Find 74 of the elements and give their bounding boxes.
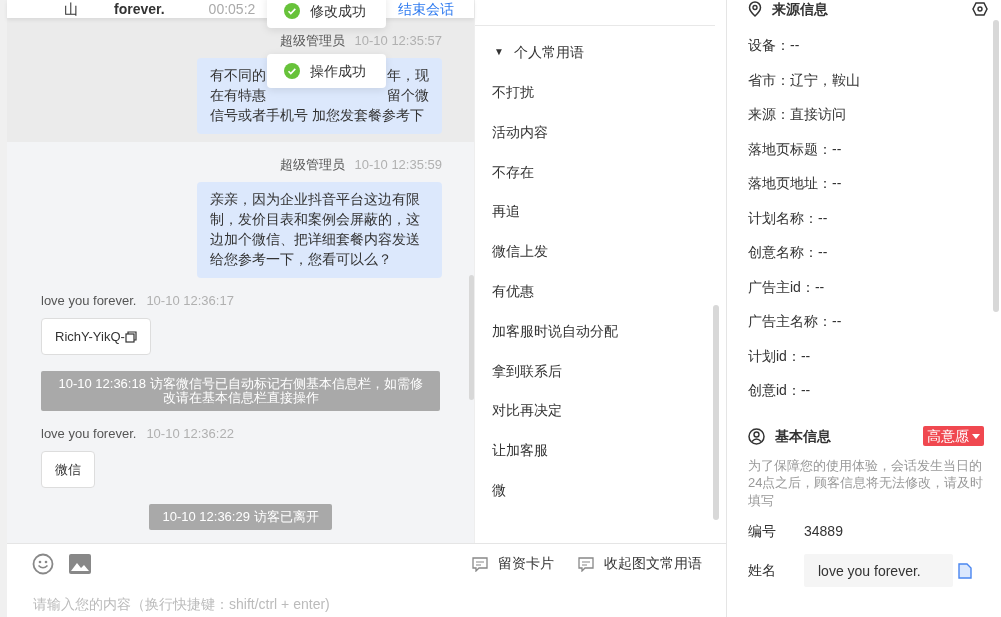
sender-name: 超级管理员 [279,32,345,50]
settings-icon[interactable] [972,2,988,16]
intent-dropdown[interactable]: 高意愿 [923,426,984,446]
message-text: 留个微 [387,87,429,105]
info-field: 落地页地址：-- [748,174,988,209]
sender-name: 超级管理员 [279,156,345,174]
toast: 修改成功 [267,0,386,28]
info-note: 为了保障您的使用体验，会话发生当日的24点之后，顾客信息将无法修改，请及时填写 [748,456,985,509]
visitor-region: 山 [64,0,78,18]
section-title: 基本信息 [775,426,831,446]
phrase-item[interactable]: 有优惠 [492,282,726,322]
phrase-item[interactable]: 不存在 [492,162,726,203]
phrase-item[interactable]: 再追 [492,202,726,243]
message-text: RichY-YikQ- [55,328,125,346]
visitor-name: forever. [114,0,165,18]
section-title: 来源信息 [772,0,828,19]
phrase-item[interactable]: 让加客服 [492,441,726,481]
info-field: 计划名称：-- [748,208,988,243]
image-icon[interactable] [69,554,91,574]
name-input[interactable]: love you forever. [804,554,953,587]
message-time: 10-10 12:35:57 [354,32,442,50]
composer-action[interactable]: 留资卡片 [472,553,554,575]
info-field: 计划id：-- [748,346,988,381]
scrollbar[interactable] [469,275,474,400]
field-label: 姓名 [748,561,777,580]
caret-icon: ▼ [494,43,504,61]
message-time: 10-10 12:35:59 [354,156,442,174]
field-value: 34889 [804,522,843,541]
message-text: 微信 [55,461,81,479]
info-field: 创意id：-- [748,381,988,416]
system-notice: 10-10 12:36:29 访客已离开 [149,504,332,530]
message-text: 信号或者手机号 加您发套餐参考下 [210,107,424,125]
end-session-link[interactable]: 结束会话 [398,0,454,18]
message-icon [578,556,594,572]
system-notice: 10-10 12:36:18 访客微信号已自动标记右侧基本信息栏，如需修改请在基本信息栏直接操作 [41,371,440,411]
message-icon [472,556,488,572]
info-field: 来源：直接访问 [748,105,988,140]
phrase-item[interactable]: 活动内容 [492,122,726,163]
info-field: 广告主名称：-- [748,312,988,347]
message-time: 10-10 12:36:17 [146,292,234,310]
location-icon [748,1,762,17]
info-field: 广告主id：-- [748,277,988,312]
message-time: 10-10 12:36:22 [146,425,234,443]
sender-name: love you forever. [41,292,137,310]
scrollbar[interactable] [993,20,999,312]
info-field: 省市：辽宁，鞍山 [748,70,988,105]
scrollbar[interactable] [713,305,719,520]
info-field: 创意名称：-- [748,243,988,278]
phrase-item[interactable]: 对比再决定 [492,401,726,442]
phrase-item[interactable]: 不打扰 [492,83,726,123]
toast: 操作成功 [267,54,386,88]
message-text: 有不同的 [210,67,266,85]
copy-icon[interactable] [124,330,137,343]
info-field: 落地页标题：-- [748,139,988,174]
composer-action[interactable]: 收起图文常用语 [578,553,702,575]
phrase-item[interactable]: 拿到联系后 [492,361,726,402]
emoji-icon[interactable] [32,553,54,575]
field-label: 编号 [748,522,777,541]
phrase-item[interactable]: 微 [492,480,726,521]
success-icon [284,63,300,79]
phrase-item[interactable]: 加客服时说自动分配 [492,321,726,362]
phrase-item[interactable]: 微信上发 [492,242,726,282]
sender-name: love you forever. [41,425,137,443]
user-icon [748,427,765,445]
document-icon[interactable] [958,562,972,579]
message-text: 亲亲，因为企业抖音平台这边有限制，发价目表和案例会屏蔽的，这边加个微信、把详细套餐内容发送给您参考一下，您看可以么？ [210,192,420,267]
message-input[interactable]: 请输入您的内容（换行快捷键：shift/ctrl + enter) [33,594,700,615]
phrase-group-toggle[interactable]: ▼ 个人常用语 [494,43,726,61]
info-field: 设备：-- [748,36,988,71]
message-text: 年，现 [387,67,429,85]
caret-icon [972,433,980,439]
success-icon [284,3,300,19]
session-duration: 00:05:2 [208,0,256,18]
message-text: 在有特惠 [210,87,266,105]
